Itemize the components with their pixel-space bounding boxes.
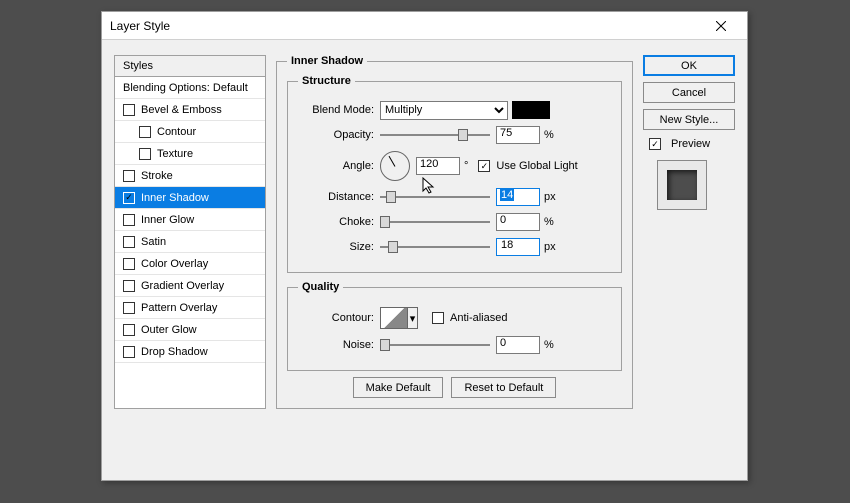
shadow-color-swatch[interactable]: [512, 101, 550, 119]
angle-unit: °: [464, 160, 468, 172]
choke-label: Choke:: [298, 216, 380, 228]
effect-title: Inner Shadow: [287, 55, 367, 67]
blend-mode-label: Blend Mode:: [298, 104, 380, 116]
style-checkbox[interactable]: [123, 346, 135, 358]
opacity-label: Opacity:: [298, 129, 380, 141]
close-button[interactable]: [703, 12, 739, 39]
style-label: Inner Glow: [141, 214, 194, 226]
global-light-checkbox[interactable]: [478, 160, 490, 172]
blending-options-label: Blending Options: Default: [123, 82, 248, 94]
cancel-button[interactable]: Cancel: [643, 82, 735, 103]
distance-input[interactable]: 14: [496, 188, 540, 206]
style-row-contour[interactable]: Contour: [115, 121, 265, 143]
preview-checkbox[interactable]: [649, 138, 661, 150]
style-row-pattern-overlay[interactable]: Pattern Overlay: [115, 297, 265, 319]
style-row-inner-glow[interactable]: Inner Glow: [115, 209, 265, 231]
noise-input[interactable]: 0: [496, 336, 540, 354]
effect-settings: Inner Shadow Structure Blend Mode: Multi…: [276, 55, 633, 409]
style-row-inner-shadow[interactable]: Inner Shadow: [115, 187, 265, 209]
blending-options-row[interactable]: Blending Options: Default: [115, 77, 265, 99]
distance-label: Distance:: [298, 191, 380, 203]
size-unit: px: [544, 241, 556, 253]
noise-unit: %: [544, 339, 554, 351]
style-checkbox[interactable]: [123, 214, 135, 226]
contour-picker[interactable]: [380, 307, 408, 329]
contour-dropdown[interactable]: ▾: [408, 307, 418, 329]
size-label: Size:: [298, 241, 380, 253]
style-row-gradient-overlay[interactable]: Gradient Overlay: [115, 275, 265, 297]
opacity-slider[interactable]: [380, 128, 490, 142]
make-default-button[interactable]: Make Default: [353, 377, 444, 398]
style-row-outer-glow[interactable]: Outer Glow: [115, 319, 265, 341]
new-style-button[interactable]: New Style...: [643, 109, 735, 130]
styles-list: Blending Options: Default Bevel & Emboss…: [115, 77, 265, 363]
angle-dial[interactable]: [380, 151, 410, 181]
style-label: Satin: [141, 236, 166, 248]
style-label: Texture: [157, 148, 193, 160]
structure-group: Structure Blend Mode: Multiply Opacity: …: [287, 75, 622, 273]
style-label: Bevel & Emboss: [141, 104, 222, 116]
noise-slider[interactable]: [380, 338, 490, 352]
style-checkbox[interactable]: [123, 236, 135, 248]
style-checkbox[interactable]: [123, 104, 135, 116]
quality-group: Quality Contour: ▾ Anti-aliased Noise: 0…: [287, 281, 622, 371]
titlebar: Layer Style: [102, 12, 747, 40]
style-row-color-overlay[interactable]: Color Overlay: [115, 253, 265, 275]
opacity-input[interactable]: 75: [496, 126, 540, 144]
style-row-bevel-emboss[interactable]: Bevel & Emboss: [115, 99, 265, 121]
choke-input[interactable]: 0: [496, 213, 540, 231]
layer-style-dialog: Layer Style Styles Blending Options: Def…: [101, 11, 748, 481]
distance-unit: px: [544, 191, 556, 203]
noise-label: Noise:: [298, 339, 380, 351]
style-checkbox[interactable]: [123, 170, 135, 182]
style-checkbox[interactable]: [139, 148, 151, 160]
inner-shadow-group: Inner Shadow Structure Blend Mode: Multi…: [276, 55, 633, 409]
style-row-stroke[interactable]: Stroke: [115, 165, 265, 187]
style-checkbox[interactable]: [123, 302, 135, 314]
distance-slider[interactable]: [380, 190, 490, 204]
styles-header[interactable]: Styles: [115, 56, 265, 77]
angle-input[interactable]: 120: [416, 157, 460, 175]
style-label: Pattern Overlay: [141, 302, 217, 314]
dialog-actions: OK Cancel New Style... Preview: [643, 55, 735, 409]
choke-slider[interactable]: [380, 215, 490, 229]
style-label: Gradient Overlay: [141, 280, 224, 292]
style-label: Stroke: [141, 170, 173, 182]
antialiased-checkbox[interactable]: [432, 312, 444, 324]
style-label: Color Overlay: [141, 258, 208, 270]
close-icon: [716, 21, 726, 31]
style-row-satin[interactable]: Satin: [115, 231, 265, 253]
global-light-label: Use Global Light: [496, 160, 577, 172]
style-label: Contour: [157, 126, 196, 138]
ok-button[interactable]: OK: [643, 55, 735, 76]
reset-default-button[interactable]: Reset to Default: [451, 377, 556, 398]
style-checkbox[interactable]: [123, 192, 135, 204]
style-checkbox[interactable]: [123, 258, 135, 270]
opacity-unit: %: [544, 129, 554, 141]
dialog-title: Layer Style: [110, 19, 170, 33]
styles-panel: Styles Blending Options: Default Bevel &…: [114, 55, 266, 409]
contour-label: Contour:: [298, 312, 380, 324]
style-checkbox[interactable]: [123, 280, 135, 292]
size-slider[interactable]: [380, 240, 490, 254]
style-label: Drop Shadow: [141, 346, 208, 358]
antialiased-label: Anti-aliased: [450, 312, 507, 324]
structure-legend: Structure: [298, 75, 355, 87]
quality-legend: Quality: [298, 281, 343, 293]
preview-label: Preview: [671, 138, 710, 150]
style-label: Inner Shadow: [141, 192, 209, 204]
style-row-drop-shadow[interactable]: Drop Shadow: [115, 341, 265, 363]
angle-label: Angle:: [298, 160, 380, 172]
style-row-texture[interactable]: Texture: [115, 143, 265, 165]
style-checkbox[interactable]: [139, 126, 151, 138]
style-label: Outer Glow: [141, 324, 197, 336]
choke-unit: %: [544, 216, 554, 228]
style-checkbox[interactable]: [123, 324, 135, 336]
size-input[interactable]: 18: [496, 238, 540, 256]
preview-thumbnail: [657, 160, 707, 210]
blend-mode-select[interactable]: Multiply: [380, 101, 508, 120]
